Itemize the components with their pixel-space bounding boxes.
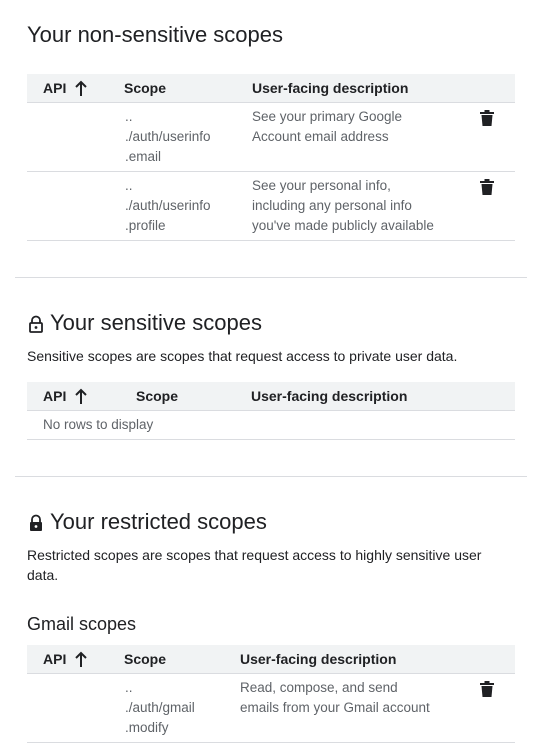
row-divider: [27, 171, 515, 172]
sensitive-title: Your sensitive scopes: [50, 310, 262, 335]
row-divider: [27, 240, 515, 241]
lock-icon: [30, 514, 42, 531]
description-cell: See your personal info, including any pe…: [252, 178, 434, 233]
column-api[interactable]: API: [43, 388, 66, 404]
column-api[interactable]: API: [43, 80, 66, 96]
scope-cell: .. ./auth/gmail .modify: [125, 680, 195, 735]
restricted-description: Restricted scopes are scopes that reques…: [27, 547, 482, 583]
description-cell: Read, compose, and send emails from your…: [240, 680, 430, 715]
section-divider: [15, 476, 527, 477]
column-scope: Scope: [136, 388, 179, 404]
sensitive-description: Sensitive scopes are scopes that request…: [27, 348, 458, 364]
gmail-scopes-title: Gmail scopes: [27, 614, 137, 634]
trash-icon[interactable]: [480, 179, 494, 195]
column-description: User-facing description: [240, 651, 397, 667]
column-scope: Scope: [124, 651, 167, 667]
sensitive-table-header: API Scope User-facing description: [27, 382, 515, 411]
row-divider: [27, 742, 515, 743]
nonsensitive-title: Your non-sensitive scopes: [27, 22, 284, 47]
empty-state-text: No rows to display: [43, 417, 154, 432]
row-divider: [27, 439, 515, 440]
nonsensitive-table-header: API Scope User-facing description: [27, 74, 515, 103]
column-scope: Scope: [124, 80, 167, 96]
arrow-up-icon[interactable]: [73, 651, 89, 669]
column-description: User-facing description: [252, 80, 409, 96]
trash-icon[interactable]: [480, 110, 494, 126]
description-cell: See your primary Google Account email ad…: [252, 109, 403, 144]
section-divider: [15, 277, 527, 278]
column-api[interactable]: API: [43, 651, 66, 667]
lock-open-icon: [29, 315, 43, 333]
gmail-table-header: API Scope User-facing description: [27, 645, 515, 674]
scope-cell: .. ./auth/userinfo .profile: [125, 178, 211, 233]
trash-icon[interactable]: [480, 681, 494, 697]
column-description: User-facing description: [251, 388, 408, 404]
restricted-title: Your restricted scopes: [50, 509, 267, 534]
scope-cell: .. ./auth/userinfo .email: [125, 109, 211, 164]
arrow-up-icon[interactable]: [73, 388, 89, 406]
arrow-up-icon[interactable]: [73, 80, 89, 98]
